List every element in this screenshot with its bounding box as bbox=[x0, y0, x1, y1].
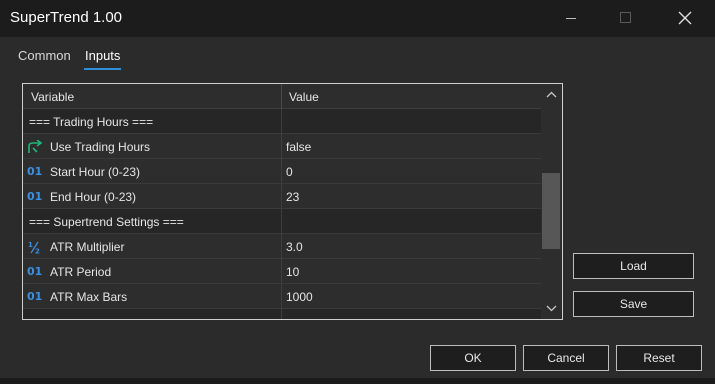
svg-text:2: 2 bbox=[35, 248, 40, 255]
close-icon bbox=[678, 11, 692, 25]
row-value[interactable]: 23 bbox=[286, 190, 299, 204]
scroll-down-button[interactable] bbox=[541, 297, 562, 319]
integer-icon: 01 bbox=[27, 290, 43, 303]
column-divider bbox=[281, 134, 282, 159]
bool-arrow-icon bbox=[27, 139, 43, 153]
row-name: Start Hour (0-23) bbox=[50, 165, 141, 179]
row-value[interactable]: 3.0 bbox=[286, 240, 303, 254]
column-divider bbox=[281, 309, 282, 319]
reset-button[interactable]: Reset bbox=[616, 345, 702, 371]
scroll-up-button[interactable] bbox=[541, 84, 562, 106]
integer-icon: 01 bbox=[27, 190, 43, 203]
ok-button[interactable]: OK bbox=[430, 345, 516, 371]
column-divider bbox=[281, 109, 282, 134]
cancel-button[interactable]: Cancel bbox=[523, 345, 609, 371]
column-divider bbox=[281, 184, 282, 209]
minimize-icon bbox=[566, 18, 576, 19]
maximize-icon bbox=[620, 12, 631, 23]
window-title: SuperTrend 1.00 bbox=[10, 9, 123, 26]
row-name: Use Trading Hours bbox=[50, 140, 151, 154]
minimize-button[interactable] bbox=[548, 0, 594, 37]
background-window-strip bbox=[0, 378, 715, 384]
row-name: ATR Period bbox=[50, 265, 112, 279]
double-icon: 12 bbox=[27, 240, 43, 256]
maximize-button[interactable] bbox=[602, 0, 648, 37]
table-row[interactable]: Use Trading Hours false bbox=[23, 134, 541, 159]
integer-icon: 01 bbox=[27, 165, 43, 178]
load-button[interactable]: Load bbox=[573, 253, 694, 279]
table-row[interactable]: 01 ATR Period 10 bbox=[23, 259, 541, 284]
column-divider[interactable] bbox=[281, 84, 282, 109]
svg-text:1: 1 bbox=[28, 241, 33, 249]
table-row[interactable]: 01 ATR Max Bars 1000 bbox=[23, 284, 541, 309]
title-bar[interactable]: SuperTrend 1.00 bbox=[0, 0, 715, 37]
table-row[interactable]: 01 Start Hour (0-23) 0 bbox=[23, 159, 541, 184]
column-divider bbox=[281, 259, 282, 284]
row-name: === Trading Hours === bbox=[29, 115, 154, 129]
table-row-section[interactable]: === Supertrend Settings === bbox=[23, 209, 541, 234]
column-header-value[interactable]: Value bbox=[289, 90, 319, 104]
tab-common[interactable]: Common bbox=[18, 48, 71, 63]
column-divider bbox=[281, 209, 282, 234]
table-row[interactable]: 12 ATR Multiplier 3.0 bbox=[23, 234, 541, 259]
row-name: End Hour (0-23) bbox=[50, 190, 137, 204]
chevron-up-icon bbox=[546, 91, 557, 98]
table-row[interactable]: 01 End Hour (0-23) 23 bbox=[23, 184, 541, 209]
column-divider bbox=[281, 159, 282, 184]
table-row-section[interactable]: === Trading Hours === bbox=[23, 109, 541, 134]
row-name: === Supertrend Settings === bbox=[29, 215, 184, 229]
row-name: ATR Max Bars bbox=[50, 290, 128, 304]
save-button[interactable]: Save bbox=[573, 291, 694, 317]
integer-icon: 01 bbox=[27, 265, 43, 278]
table-row-partial bbox=[23, 309, 541, 319]
row-value[interactable]: 10 bbox=[286, 265, 299, 279]
active-tab-indicator bbox=[84, 68, 121, 70]
row-value[interactable]: 1000 bbox=[286, 290, 313, 304]
grid-header: Variable Value bbox=[23, 84, 541, 109]
tab-inputs[interactable]: Inputs bbox=[85, 48, 120, 63]
close-button[interactable] bbox=[662, 0, 708, 37]
column-header-variable[interactable]: Variable bbox=[31, 90, 74, 104]
vertical-scrollbar[interactable] bbox=[541, 84, 562, 319]
column-divider bbox=[281, 234, 282, 259]
row-value[interactable]: false bbox=[286, 140, 311, 154]
scrollbar-thumb[interactable] bbox=[542, 173, 560, 249]
inputs-grid: Variable Value === Trading Hours === Use… bbox=[22, 83, 563, 320]
row-value[interactable]: 0 bbox=[286, 165, 293, 179]
column-divider bbox=[281, 284, 282, 309]
row-name: ATR Multiplier bbox=[50, 240, 125, 254]
chevron-down-icon bbox=[546, 305, 557, 312]
